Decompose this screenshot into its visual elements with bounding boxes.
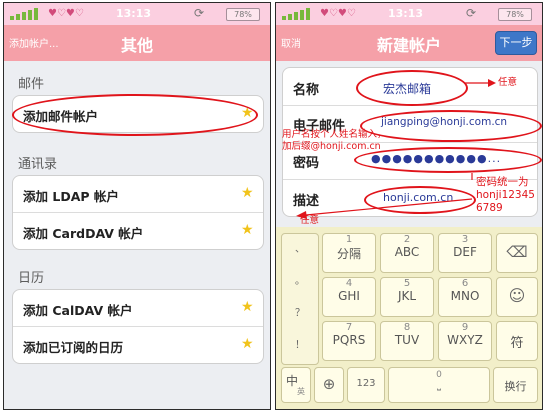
section-header-contacts: 通讯录 bbox=[18, 157, 58, 172]
add-caldav-row[interactable]: 添加 CalDAV 帐户 ★ bbox=[13, 290, 263, 327]
password-note-line2: honji12345 bbox=[476, 189, 535, 201]
key-digit: 3 bbox=[461, 234, 469, 245]
right-screen: ♥♡♥♡ 13:13 ⟳ 78% 取消 新建帐户 下一步 名称 宏杰邮箱 电子邮… bbox=[275, 2, 543, 410]
smiley-icon: ☺ bbox=[508, 286, 526, 305]
key-digit: 4 bbox=[345, 278, 353, 289]
star-icon: ★ bbox=[241, 185, 254, 201]
section-header-mail: 邮件 bbox=[18, 77, 45, 92]
key-label: MNO bbox=[450, 289, 480, 303]
row-label: 添加 LDAP 帐户 bbox=[23, 189, 119, 204]
key-digit: 1 bbox=[345, 234, 353, 245]
key-5[interactable]: 5 JKL bbox=[380, 277, 434, 317]
key-label: 分隔 bbox=[336, 247, 361, 261]
add-carddav-row[interactable]: 添加 CardDAV 帐户 ★ bbox=[13, 213, 263, 249]
key-label: ABC bbox=[394, 245, 420, 259]
lang-sub: 英 bbox=[297, 387, 305, 396]
key-digit: 6 bbox=[461, 278, 469, 289]
globe-key[interactable]: ⊕ bbox=[314, 367, 344, 403]
chinese-t9-keyboard: 、 。 ？ ！ 1 分隔 2 ABC 3 DEF ⌫ 4 GHI 5 JKL 6… bbox=[276, 227, 542, 409]
key-6[interactable]: 6 MNO bbox=[438, 277, 492, 317]
row-label: 添加 CalDAV 帐户 bbox=[23, 303, 133, 318]
key-label: PQRS bbox=[332, 333, 366, 347]
key-label: 换行 bbox=[504, 380, 527, 393]
key-label: 符 bbox=[510, 336, 524, 351]
sync-icon: ⟳ bbox=[194, 6, 205, 20]
backspace-icon: ⌫ bbox=[506, 243, 528, 261]
key-3[interactable]: 3 DEF bbox=[438, 233, 492, 273]
key-1[interactable]: 1 分隔 bbox=[322, 233, 376, 273]
punct-key[interactable]: 、 bbox=[282, 240, 318, 255]
calendar-group: 添加 CalDAV 帐户 ★ 添加已订阅的日历 ★ bbox=[12, 289, 264, 364]
contacts-group: 添加 LDAP 帐户 ★ 添加 CardDAV 帐户 ★ bbox=[12, 175, 264, 250]
enter-key[interactable]: 换行 bbox=[493, 367, 538, 403]
password-note-line3: 6789 bbox=[476, 202, 503, 214]
add-subscribed-calendar-row[interactable]: 添加已订阅的日历 ★ bbox=[13, 327, 263, 363]
punctuation-column[interactable]: 、 。 ？ ！ bbox=[281, 233, 319, 365]
key-8[interactable]: 8 TUV bbox=[380, 321, 434, 361]
row-label: 添加 CardDAV 帐户 bbox=[23, 226, 144, 241]
punct-key[interactable]: ？ bbox=[282, 304, 318, 319]
key-label: TUV bbox=[394, 333, 420, 347]
symbol-key[interactable]: 符 bbox=[496, 321, 538, 361]
key-label: DEF bbox=[453, 245, 477, 259]
space-icon: ⎵ bbox=[437, 380, 441, 391]
lang-switch-key[interactable]: 中 英 bbox=[281, 367, 311, 403]
backspace-key[interactable]: ⌫ bbox=[496, 233, 538, 273]
nav-bar: 添加帐户... 其他 bbox=[4, 25, 270, 61]
numbers-key[interactable]: 123 bbox=[347, 367, 385, 403]
description-note: 任意 bbox=[300, 215, 320, 226]
key-label: GHI bbox=[338, 289, 360, 303]
key-digit: 2 bbox=[403, 234, 411, 245]
email-note-line1: 用户名按个人姓名输入， bbox=[282, 129, 387, 140]
emoji-key[interactable]: ☺ bbox=[496, 277, 538, 317]
key-digit: 9 bbox=[461, 322, 469, 333]
key-digit: 8 bbox=[403, 322, 411, 333]
star-icon: ★ bbox=[241, 299, 254, 315]
key-label: WXYZ bbox=[447, 333, 483, 347]
add-ldap-row[interactable]: 添加 LDAP 帐户 ★ bbox=[13, 176, 263, 213]
highlight-ellipse bbox=[12, 94, 258, 136]
punct-key[interactable]: 。 bbox=[282, 272, 318, 287]
globe-icon: ⊕ bbox=[322, 375, 336, 393]
key-9[interactable]: 9 WXYZ bbox=[438, 321, 492, 361]
key-label: JKL bbox=[397, 289, 417, 303]
status-time: 13:13 bbox=[116, 7, 152, 20]
page-title: 其他 bbox=[120, 36, 153, 55]
key-digit: 7 bbox=[345, 322, 353, 333]
punct-key[interactable]: ！ bbox=[282, 336, 318, 351]
space-key[interactable]: 0 ⎵ bbox=[388, 367, 490, 403]
section-header-calendar: 日历 bbox=[18, 271, 45, 286]
key-digit: 5 bbox=[403, 278, 411, 289]
signal-icon bbox=[10, 8, 40, 20]
key-4[interactable]: 4 GHI bbox=[322, 277, 376, 317]
status-bar: ♥♡♥♡ 13:13 ⟳ 78% bbox=[4, 3, 270, 25]
row-label: 添加已订阅的日历 bbox=[23, 340, 124, 355]
decoration-icon: ♥♡♥♡ bbox=[48, 8, 84, 19]
name-note: 任意 bbox=[498, 77, 518, 88]
star-icon: ★ bbox=[241, 336, 254, 352]
password-note-line1: 密码统一为 bbox=[476, 176, 529, 188]
key-digit: 0 bbox=[436, 370, 442, 380]
battery-indicator: 78% bbox=[226, 8, 260, 21]
key-7[interactable]: 7 PQRS bbox=[322, 321, 376, 361]
star-icon: ★ bbox=[241, 222, 254, 238]
key-2[interactable]: 2 ABC bbox=[380, 233, 434, 273]
key-label: 123 bbox=[356, 378, 376, 389]
left-screen: ♥♡♥♡ 13:13 ⟳ 78% 添加帐户... 其他 邮件 添加邮件帐户 ★ … bbox=[3, 2, 271, 410]
email-note-line2: 加后缀@honji.com.cn bbox=[282, 141, 381, 152]
